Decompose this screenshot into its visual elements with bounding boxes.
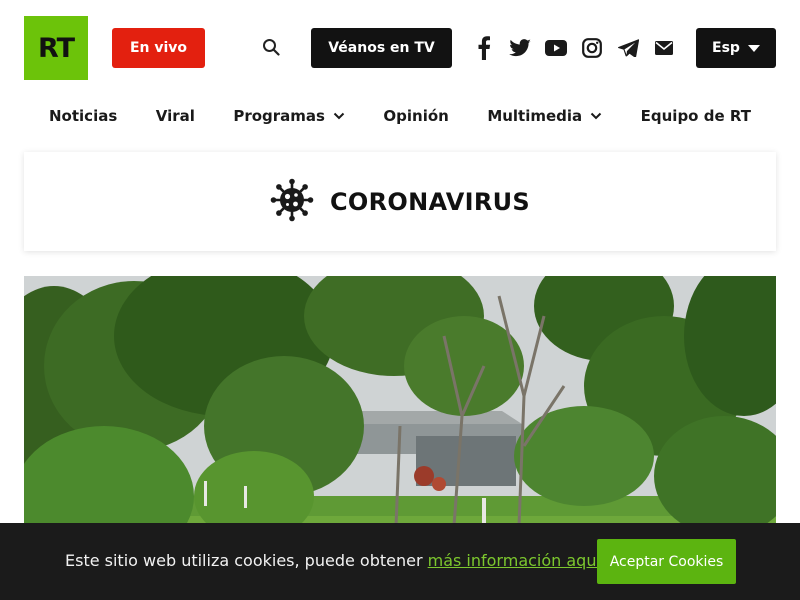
cookie-banner: Este sitio web utiliza cookies, puede ob…: [0, 523, 800, 600]
nav-label: Multimedia: [487, 107, 583, 125]
cookie-message: Este sitio web utiliza cookies, puede ob…: [65, 551, 601, 570]
section-title: CORONAVIRUS: [330, 187, 530, 216]
language-label: Esp: [712, 40, 740, 56]
search-icon[interactable]: [258, 34, 284, 60]
nav-label: Viral: [155, 107, 195, 125]
nav-item-equipo[interactable]: Equipo de RT: [641, 107, 751, 125]
virus-icon: [270, 178, 314, 226]
watch-tv-button[interactable]: Véanos en TV: [311, 28, 452, 68]
more-info-link[interactable]: más información aquí: [428, 551, 601, 570]
twitter-icon[interactable]: [508, 34, 532, 62]
nav-item-noticias[interactable]: Noticias: [49, 107, 117, 125]
nav-item-programas[interactable]: Programas: [233, 107, 345, 125]
nav-label: Equipo de RT: [640, 107, 751, 125]
chevron-down-icon: [590, 112, 602, 120]
cookie-text: Este sitio web utiliza cookies, puede ob…: [65, 551, 428, 570]
rt-logo[interactable]: RT: [24, 16, 88, 80]
youtube-icon[interactable]: [544, 34, 568, 62]
chevron-down-icon: [333, 112, 345, 120]
logo-text: RT: [38, 32, 75, 64]
language-selector[interactable]: Esp: [696, 28, 776, 68]
telegram-icon[interactable]: [616, 34, 640, 62]
section-banner[interactable]: CORONAVIRUS: [24, 152, 776, 251]
accept-cookies-button[interactable]: Aceptar Cookies: [597, 539, 736, 584]
live-button[interactable]: En vivo: [112, 28, 205, 68]
caret-down-icon: [747, 44, 760, 52]
site-header: RT En vivo Véanos en TV Esp: [0, 0, 800, 96]
facebook-icon[interactable]: [472, 34, 496, 62]
social-links: [472, 34, 688, 62]
nav-item-opinion[interactable]: Opinión: [383, 107, 448, 125]
nav-label: Programas: [233, 107, 325, 125]
nav-label: Opinión: [383, 107, 449, 125]
nav-label: Noticias: [49, 107, 118, 125]
nav-item-viral[interactable]: Viral: [156, 107, 195, 125]
email-icon[interactable]: [652, 34, 676, 62]
instagram-icon[interactable]: [580, 34, 604, 62]
main-nav: Noticias Viral Programas Opinión Multime…: [24, 96, 776, 136]
nav-item-multimedia[interactable]: Multimedia: [487, 107, 602, 125]
